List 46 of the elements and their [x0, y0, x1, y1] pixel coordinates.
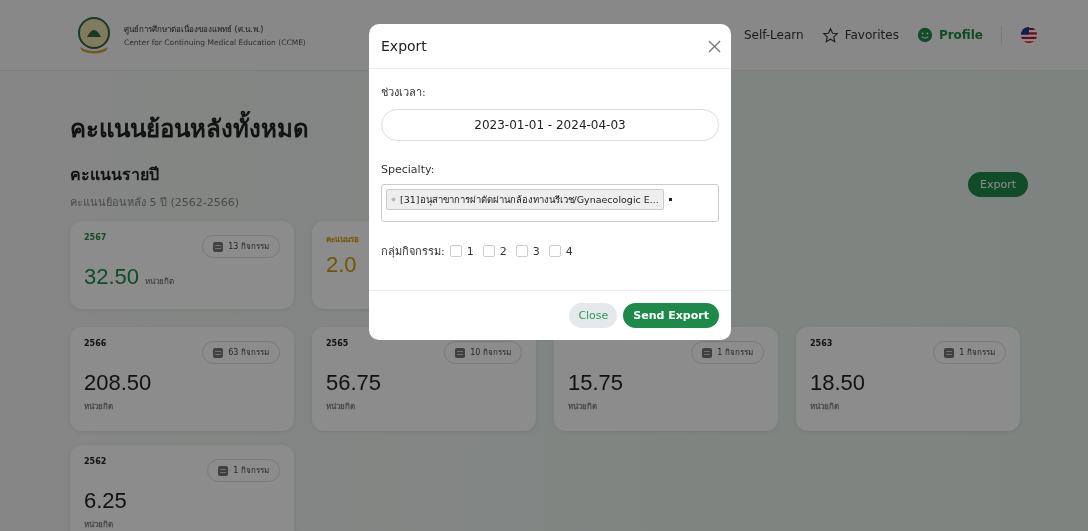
field-label: กลุ่มกิจกรรม:	[381, 244, 445, 260]
group-checkbox[interactable]: 4	[548, 244, 573, 258]
field-label: Specialty:	[381, 163, 436, 176]
smiley-icon	[916, 27, 933, 43]
credit-value: 208.50	[84, 370, 152, 396]
list-icon	[218, 465, 229, 476]
credit-unit: หน่วยกิต	[810, 401, 839, 413]
card-year: 2563	[810, 339, 833, 348]
list-icon	[702, 347, 713, 358]
card-year: 2565	[326, 339, 349, 348]
dialog-title: Export	[381, 38, 427, 54]
star-icon	[821, 26, 839, 44]
specialty-select[interactable]: [31]อนุสาขาการผ่าตัดผ่านกล้องทางนรีเวช/Gynaecologic E...	[381, 184, 719, 222]
list-icon	[213, 241, 224, 252]
list-icon	[455, 347, 466, 358]
group-checkbox[interactable]: 2	[482, 244, 507, 258]
send-export-button[interactable]: Send Export	[623, 303, 719, 328]
nav-link[interactable]: Self-Learn	[743, 28, 804, 42]
group-checkbox[interactable]: 1	[449, 244, 474, 258]
credit-unit: หน่วยกิต	[84, 519, 113, 531]
flag-icon[interactable]	[1020, 26, 1038, 44]
group-checkbox[interactable]: 3	[515, 244, 540, 258]
card-year: 2566	[84, 339, 107, 348]
page-title: คะแนนย้อนหลังทั้งหมด	[70, 109, 309, 148]
credit-unit: หน่วยกิต	[145, 276, 175, 288]
credit-value: 2.0	[326, 252, 357, 278]
card-year: คะแนนรอ	[326, 234, 359, 246]
list-icon	[944, 347, 955, 358]
card-year: 2562	[84, 457, 107, 466]
credit-value: 56.75	[326, 370, 382, 396]
credit-unit: หน่วยกิต	[84, 401, 113, 413]
credit-value: 15.75	[568, 370, 624, 396]
card-year: 2567	[84, 233, 107, 242]
section-subtitle: คะแนนย้อนหลัง 5 ปี (2562-2566)	[70, 195, 240, 211]
credit-unit: หน่วยกิต	[568, 401, 597, 413]
credit-value: 6.25	[84, 488, 127, 514]
nav-link[interactable]: Favorites	[821, 26, 899, 44]
close-icon[interactable]	[708, 39, 721, 53]
field-label: ช่วงเวลา:	[381, 85, 427, 101]
credit-value: 18.50	[810, 370, 866, 396]
credit-unit: หน่วยกิต	[326, 401, 355, 413]
specialty-tag[interactable]: [31]อนุสาขาการผ่าตัดผ่านกล้องทางนรีเวช/Gynaecologic E...	[386, 189, 664, 210]
organization-name: ศูนย์การศึกษาต่อเนื่องของแพทย์ (ศ.น.พ.)	[124, 23, 265, 36]
section-title: คะแนนรายปี	[70, 164, 160, 186]
list-icon	[213, 347, 224, 358]
credit-value: 32.50	[84, 264, 140, 290]
